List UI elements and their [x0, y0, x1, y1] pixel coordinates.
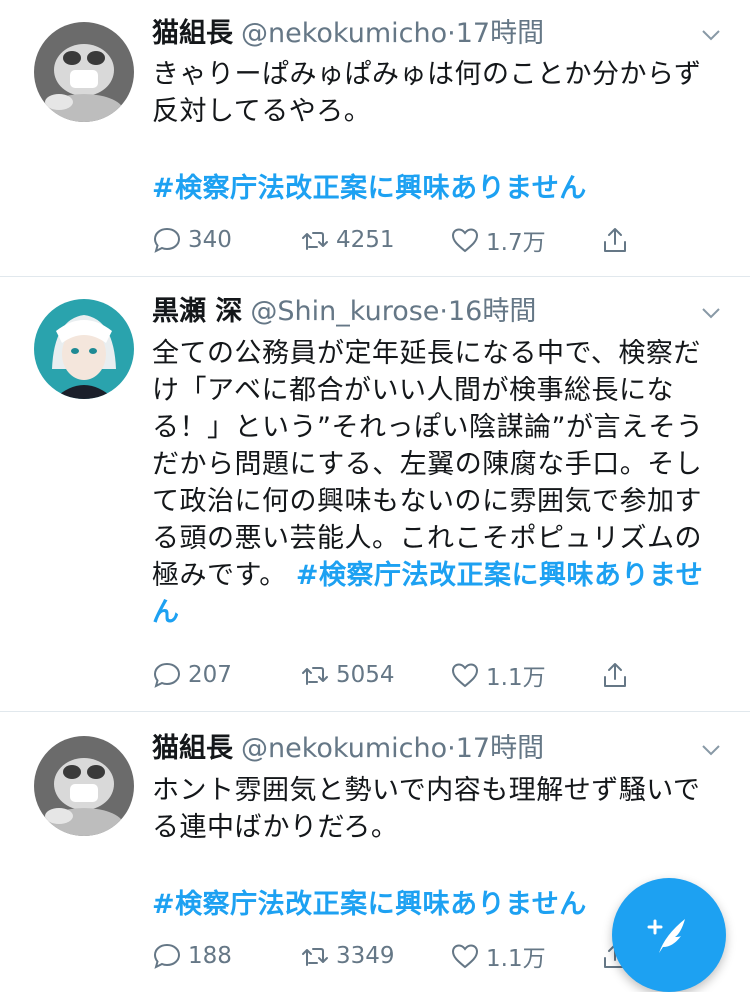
tweet-text-line: だから問題にする、左翼の陳腐な手口。そし	[152, 449, 703, 480]
retweet-icon	[302, 232, 328, 250]
reply-count: 188	[188, 943, 232, 969]
chevron-down-icon[interactable]	[700, 302, 722, 324]
display-name[interactable]: 猫組長	[152, 18, 233, 49]
avatar[interactable]	[34, 736, 134, 836]
hashtag-link[interactable]: #検察庁法改正案に興味ありません	[152, 170, 722, 207]
share-button[interactable]	[600, 222, 636, 258]
timestamp[interactable]: 17時間	[456, 18, 544, 49]
tweet-actions: 340 4251 1.7万	[152, 222, 652, 258]
tweet-1[interactable]: 猫組長 @nekokumicho·17時間 きゃりーぱみゅぱみゅは何のことか分から…	[0, 0, 750, 276]
retweet-button[interactable]: 4251	[300, 222, 395, 258]
retweet-count: 3349	[336, 943, 395, 969]
timestamp[interactable]: 17時間	[456, 733, 544, 764]
compose-tweet-icon	[647, 919, 685, 953]
user-handle[interactable]: @nekokumicho	[241, 18, 447, 49]
like-count: 1.1万	[486, 665, 546, 691]
cat-avatar-image	[34, 736, 134, 836]
hashtag-link-continued[interactable]: ん	[152, 594, 722, 631]
display-name[interactable]: 猫組長	[152, 733, 233, 764]
avatar[interactable]	[34, 299, 134, 399]
separator-dot: ·	[447, 18, 456, 49]
reply-icon	[153, 943, 181, 969]
tweet-text: きゃりーぱみゅぱみゅは何のことか分からず 反対してるやろ。	[152, 56, 722, 130]
reply-button[interactable]: 188	[152, 938, 232, 974]
chevron-down-icon[interactable]	[700, 24, 722, 46]
cat-avatar-image	[34, 22, 134, 122]
avatar[interactable]	[34, 22, 134, 122]
compose-tweet-button[interactable]	[612, 878, 726, 992]
hashtag-link[interactable]: #検察庁法改正案に興味ありませ	[296, 560, 703, 591]
like-count: 1.7万	[486, 230, 546, 256]
tweet-text: 全ての公務員が定年延長になる中で、検察だ け「アベに都合がいい人間が検事総長にな…	[152, 335, 722, 631]
separator-dot: ·	[447, 733, 456, 764]
reply-icon	[153, 662, 181, 688]
anime-avatar-image	[34, 299, 134, 399]
share-button[interactable]	[600, 657, 636, 693]
tweet-text-line: きゃりーぱみゅぱみゅは何のことか分からず	[152, 59, 702, 90]
tweet-text-segment: 極みです。	[152, 560, 287, 591]
tweet-text-line: 全ての公務員が定年延長になる中で、検察だ	[152, 338, 701, 369]
chevron-down-icon[interactable]	[700, 739, 722, 761]
like-button[interactable]: 1.1万	[450, 938, 546, 974]
reply-count: 340	[188, 227, 232, 253]
retweet-count: 5054	[336, 662, 395, 688]
tweet-actions: 188 3349 1.1万	[152, 938, 652, 974]
like-icon	[451, 944, 479, 969]
timestamp[interactable]: 16時間	[448, 296, 536, 327]
like-icon	[451, 228, 479, 253]
like-button[interactable]: 1.1万	[450, 657, 546, 693]
reply-button[interactable]: 340	[152, 222, 232, 258]
retweet-icon	[302, 948, 328, 966]
retweet-button[interactable]: 5054	[300, 657, 395, 693]
reply-count: 207	[188, 662, 232, 688]
retweet-button[interactable]: 3349	[300, 938, 395, 974]
tweet-text: ホント雰囲気と勢いで内容も理解せず騒いで る連中ばかりだろ。	[152, 772, 722, 846]
display-name[interactable]: 黒瀬 深	[152, 296, 242, 327]
tweet-2[interactable]: 黒瀬 深 @Shin_kurose·16時間 全ての公務員が定年延長になる中で、検…	[0, 277, 750, 711]
user-handle[interactable]: @Shin_kurose	[250, 296, 439, 327]
tweet-text-line: ホント雰囲気と勢いで内容も理解せず騒いで	[152, 775, 701, 806]
tweet-header: 黒瀬 深 @Shin_kurose·16時間	[152, 295, 536, 329]
tweet-text-line: る！」という”それっぽい陰謀論”が言えそう	[152, 412, 704, 443]
tweet-header: 猫組長 @nekokumicho·17時間	[152, 17, 544, 51]
reply-icon	[153, 227, 181, 253]
share-icon	[604, 228, 626, 252]
retweet-count: 4251	[336, 227, 395, 253]
like-button[interactable]: 1.7万	[450, 222, 546, 258]
like-icon	[451, 663, 479, 688]
tweet-text-line: け「アベに都合がいい人間が検事総長にな	[152, 375, 674, 406]
reply-button[interactable]: 207	[152, 657, 232, 693]
tweet-text-line: て政治に何の興味もないのに雰囲気で参加す	[152, 486, 702, 517]
tweet-text-line: 反対してるやろ。	[152, 96, 372, 127]
separator-dot: ·	[439, 296, 448, 327]
tweet-text-line: る頭の悪い芸能人。これこそポピュリズムの	[152, 523, 702, 554]
tweet-text-line: る連中ばかりだろ。	[152, 812, 399, 843]
tweet-header: 猫組長 @nekokumicho·17時間	[152, 732, 544, 766]
tweet-actions: 207 5054 1.1万	[152, 657, 652, 693]
user-handle[interactable]: @nekokumicho	[241, 733, 447, 764]
share-icon	[604, 663, 626, 687]
retweet-icon	[302, 667, 328, 685]
tweet-text-line: 極みです。 #検察庁法改正案に興味ありませ	[152, 557, 722, 594]
like-count: 1.1万	[486, 946, 546, 972]
